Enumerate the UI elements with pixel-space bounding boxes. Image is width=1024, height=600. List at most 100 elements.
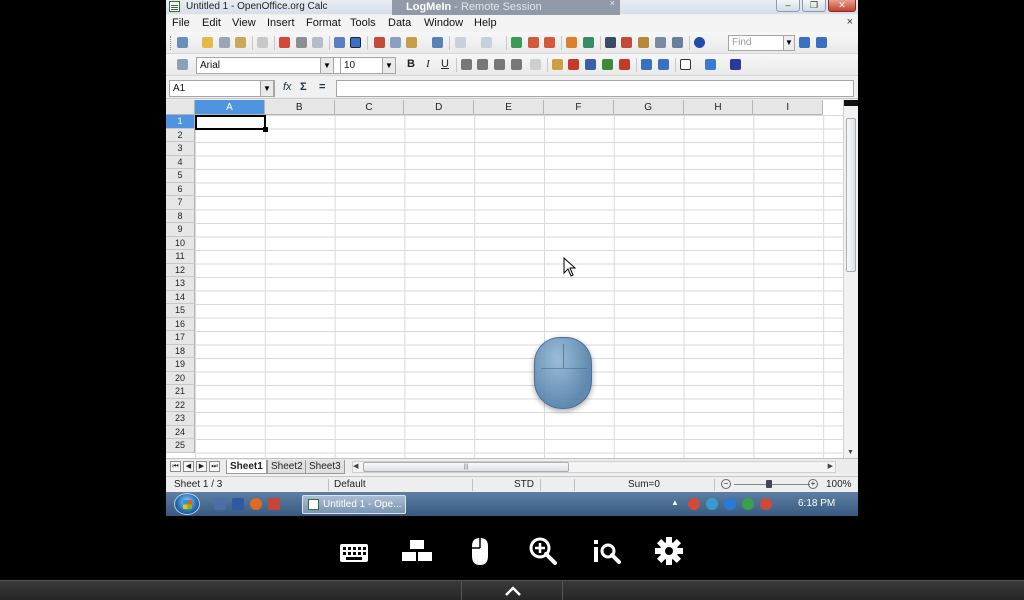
align-center-icon[interactable] bbox=[477, 59, 488, 70]
outlook-icon[interactable] bbox=[232, 498, 244, 510]
italic-button[interactable]: I bbox=[422, 58, 434, 70]
menu-format[interactable]: Format bbox=[306, 17, 341, 29]
menu-help[interactable]: Help bbox=[474, 17, 497, 29]
row-header-19[interactable]: 19 bbox=[166, 358, 195, 372]
percent-format-icon[interactable] bbox=[568, 59, 579, 70]
row-header-9[interactable]: 9 bbox=[166, 223, 195, 237]
close-window-button[interactable]: ✕ bbox=[828, 0, 856, 12]
zoom-slider[interactable] bbox=[734, 484, 810, 485]
maximize-button[interactable]: ❐ bbox=[802, 0, 826, 12]
row-header-24[interactable]: 24 bbox=[166, 425, 195, 439]
bold-button[interactable]: B bbox=[405, 58, 417, 70]
data-sources-icon[interactable] bbox=[655, 37, 666, 48]
select-all-corner[interactable] bbox=[166, 100, 195, 115]
sum-button[interactable]: Σ bbox=[300, 81, 307, 93]
active-cell-a1[interactable] bbox=[195, 115, 268, 132]
firefox-icon[interactable] bbox=[250, 498, 262, 510]
name-box-dropdown-icon[interactable]: ▼ bbox=[260, 80, 274, 97]
row-header-13[interactable]: 13 bbox=[166, 277, 195, 291]
column-header-g[interactable]: G bbox=[613, 100, 684, 115]
row-header-7[interactable]: 7 bbox=[166, 196, 195, 210]
function-wizard-button[interactable]: fx bbox=[283, 81, 292, 93]
column-header-a[interactable]: A bbox=[195, 100, 265, 115]
row-header-22[interactable]: 22 bbox=[166, 398, 195, 412]
gallery-icon[interactable] bbox=[638, 37, 649, 48]
display-icon[interactable] bbox=[401, 536, 433, 566]
row-header-14[interactable]: 14 bbox=[166, 290, 195, 304]
row-header-2[interactable]: 2 bbox=[166, 128, 195, 142]
scroll-down-arrow[interactable]: ▼ bbox=[847, 449, 854, 456]
new-document-icon[interactable] bbox=[177, 37, 188, 48]
sheet-tab-sheet3[interactable]: Sheet3 bbox=[305, 460, 345, 474]
scroll-left-arrow[interactable]: ◀ bbox=[353, 462, 358, 470]
find-dropdown-icon[interactable]: ▼ bbox=[783, 35, 795, 51]
sum-display[interactable]: Sum=0 bbox=[628, 479, 660, 490]
tray-check-icon[interactable] bbox=[742, 498, 754, 510]
vertical-scroll-thumb[interactable] bbox=[846, 118, 856, 272]
show-hidden-icons[interactable]: ▲ bbox=[671, 498, 679, 507]
open-folder-icon[interactable] bbox=[202, 37, 213, 48]
show-draw-functions-icon[interactable] bbox=[583, 37, 594, 48]
find-input[interactable]: Find bbox=[728, 35, 784, 51]
export-pdf-icon[interactable] bbox=[279, 37, 290, 48]
row-header-15[interactable]: 15 bbox=[166, 304, 195, 318]
taskbar-calc-item[interactable]: Untitled 1 - Ope... bbox=[302, 495, 406, 514]
menu-edit[interactable]: Edit bbox=[202, 17, 221, 29]
sheet-tab-sheet2[interactable]: Sheet2 bbox=[267, 460, 307, 474]
row-header-12[interactable]: 12 bbox=[166, 263, 195, 277]
paste-icon[interactable] bbox=[406, 37, 417, 48]
cell-area[interactable] bbox=[195, 115, 845, 458]
find-next-icon[interactable] bbox=[799, 37, 810, 48]
find-previous-icon[interactable] bbox=[816, 37, 827, 48]
sheet-tab-sheet1[interactable]: Sheet1 bbox=[226, 460, 267, 474]
column-header-d[interactable]: D bbox=[404, 100, 475, 115]
save-icon[interactable] bbox=[219, 37, 230, 48]
row-header-4[interactable]: 4 bbox=[166, 155, 195, 169]
zoom-in-button[interactable]: + bbox=[808, 479, 818, 489]
row-header-20[interactable]: 20 bbox=[166, 371, 195, 385]
first-sheet-button[interactable]: ⏮ bbox=[170, 461, 181, 472]
tray-shield-icon[interactable] bbox=[724, 498, 736, 510]
row-header-6[interactable]: 6 bbox=[166, 182, 195, 196]
clone-formatting-icon[interactable] bbox=[432, 37, 443, 48]
styles-icon[interactable] bbox=[177, 59, 188, 70]
zoom-level[interactable]: 100% bbox=[826, 479, 852, 490]
menu-window[interactable]: Window bbox=[424, 17, 463, 29]
last-sheet-button[interactable]: ⏭ bbox=[209, 461, 220, 472]
menu-data[interactable]: Data bbox=[388, 17, 411, 29]
delete-decimal-icon[interactable] bbox=[619, 59, 630, 70]
vertical-scrollbar[interactable]: ▼ bbox=[843, 100, 858, 458]
zoom-out-button[interactable]: − bbox=[721, 479, 731, 489]
settings-icon[interactable] bbox=[653, 536, 685, 566]
hyperlink-icon[interactable] bbox=[511, 37, 522, 48]
zoom-slider-knob[interactable] bbox=[766, 480, 772, 488]
spellcheck-icon[interactable] bbox=[334, 37, 345, 48]
column-header-b[interactable]: B bbox=[264, 100, 335, 115]
close-document-icon[interactable]: × bbox=[847, 16, 853, 28]
row-header-25[interactable]: 25 bbox=[166, 439, 195, 453]
zoom-icon[interactable] bbox=[672, 37, 683, 48]
undo-icon[interactable] bbox=[455, 37, 466, 48]
underline-button[interactable]: U bbox=[439, 58, 451, 70]
find-replace-icon[interactable] bbox=[605, 37, 616, 48]
help-icon[interactable] bbox=[694, 37, 705, 48]
column-header-c[interactable]: C bbox=[334, 100, 405, 115]
next-sheet-button[interactable]: ▶ bbox=[196, 461, 207, 472]
menu-view[interactable]: View bbox=[232, 17, 256, 29]
font-name-dropdown-icon[interactable]: ▼ bbox=[320, 57, 334, 74]
spreadsheet-grid[interactable]: ABCDEFGHI 1 2 3 4 5 6 7 8 9 10 11 12 13 14 15 16 17 18 19 2… bbox=[166, 100, 858, 458]
page-preview-icon[interactable] bbox=[312, 37, 323, 48]
row-header-23[interactable]: 23 bbox=[166, 412, 195, 426]
chart-icon[interactable] bbox=[566, 37, 577, 48]
zoom-icon[interactable] bbox=[527, 536, 559, 566]
merge-cells-icon[interactable] bbox=[530, 59, 541, 70]
column-header-e[interactable]: E bbox=[474, 100, 544, 115]
tray-volume-icon[interactable] bbox=[760, 498, 772, 510]
row-header-11[interactable]: 11 bbox=[166, 250, 195, 264]
redo-icon[interactable] bbox=[481, 37, 492, 48]
row-header-10[interactable]: 10 bbox=[166, 236, 195, 250]
align-right-icon[interactable] bbox=[494, 59, 505, 70]
quicklaunch-app-icon[interactable] bbox=[268, 498, 280, 510]
print-icon[interactable] bbox=[296, 37, 307, 48]
banner-close-icon[interactable]: × bbox=[610, 0, 615, 8]
